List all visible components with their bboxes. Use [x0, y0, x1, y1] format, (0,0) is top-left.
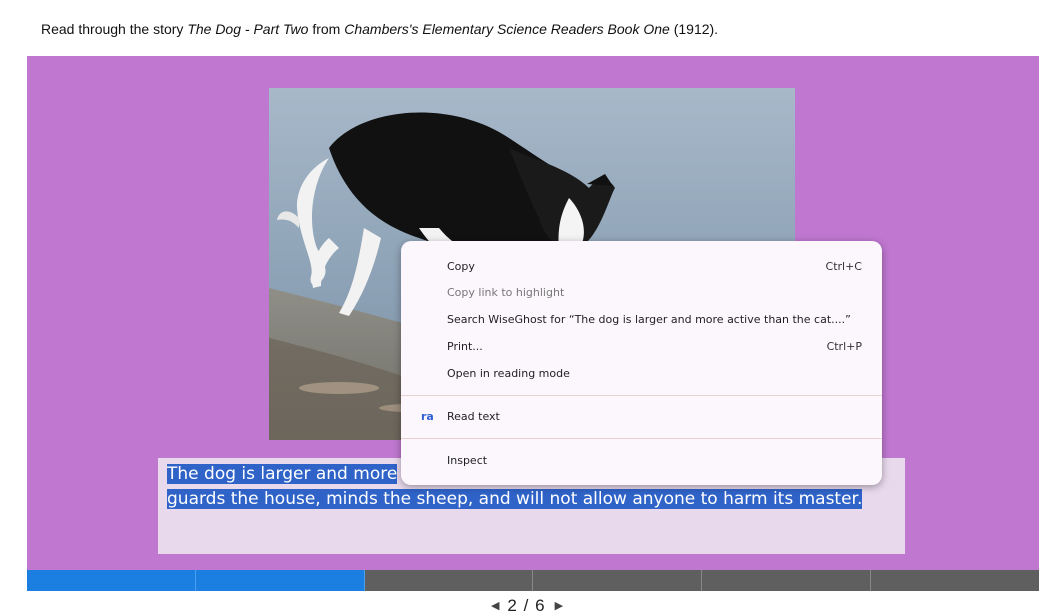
menu-separator — [401, 438, 882, 439]
prev-slide-icon[interactable]: ◀ — [483, 600, 507, 612]
total-pages: 6 — [535, 596, 547, 615]
menu-item-shortcut: Ctrl+P — [826, 340, 862, 353]
menu-item-label: Open in reading mode — [447, 367, 570, 380]
menu-item-print[interactable]: Print... Ctrl+P — [401, 335, 882, 359]
menu-item-inspect[interactable]: Inspect — [401, 449, 882, 473]
read-aloud-icon: ra — [421, 410, 434, 423]
progress-segment-3[interactable] — [364, 570, 534, 591]
progress-segment-5[interactable] — [702, 570, 872, 591]
menu-item-label: Print... — [447, 340, 483, 353]
page-separator: / — [523, 596, 531, 615]
caption-line-2[interactable]: guards the house, minds the sheep, and w… — [167, 489, 863, 509]
intro-suffix: (1912). — [669, 21, 719, 37]
story-title: The Dog - Part Two — [187, 21, 309, 37]
progress-segment-2[interactable] — [195, 570, 365, 591]
menu-item-reading-mode[interactable]: Open in reading mode — [401, 362, 882, 386]
book-title: Chambers's Elementary Science Readers Bo… — [344, 21, 670, 37]
menu-item-copy[interactable]: Copy Ctrl+C — [401, 255, 882, 279]
caption-line-1[interactable]: The dog is larger and more — [167, 464, 398, 484]
menu-item-label: Search WiseGhost for “The dog is larger … — [447, 313, 851, 326]
instructions-text: Read through the story The Dog - Part Tw… — [41, 21, 718, 37]
next-slide-icon[interactable]: ▶ — [547, 600, 571, 612]
menu-item-label: Copy — [447, 260, 475, 273]
menu-separator — [401, 395, 882, 396]
menu-item-copy-link[interactable]: Copy link to highlight — [401, 281, 882, 305]
progress-segment-4[interactable] — [533, 570, 703, 591]
menu-item-shortcut: Ctrl+C — [825, 260, 862, 273]
progress-segment-6[interactable] — [871, 570, 1039, 591]
slide-pager: ◀ 2 / 6 ▶ — [0, 596, 1054, 616]
intro-prefix: Read through the story — [41, 21, 188, 37]
menu-item-label: Read text — [447, 410, 500, 423]
menu-item-search[interactable]: Search WiseGhost for “The dog is larger … — [401, 308, 882, 332]
menu-item-label: Inspect — [447, 454, 488, 467]
progress-bar — [27, 570, 1039, 591]
progress-segment-1[interactable] — [27, 570, 196, 591]
current-page: 2 — [507, 596, 519, 615]
context-menu: Copy Ctrl+C Copy link to highlight Searc… — [401, 241, 882, 485]
menu-item-label: Copy link to highlight — [447, 286, 565, 299]
menu-item-read-text[interactable]: ra Read text — [401, 405, 882, 429]
intro-middle: from — [308, 21, 345, 37]
